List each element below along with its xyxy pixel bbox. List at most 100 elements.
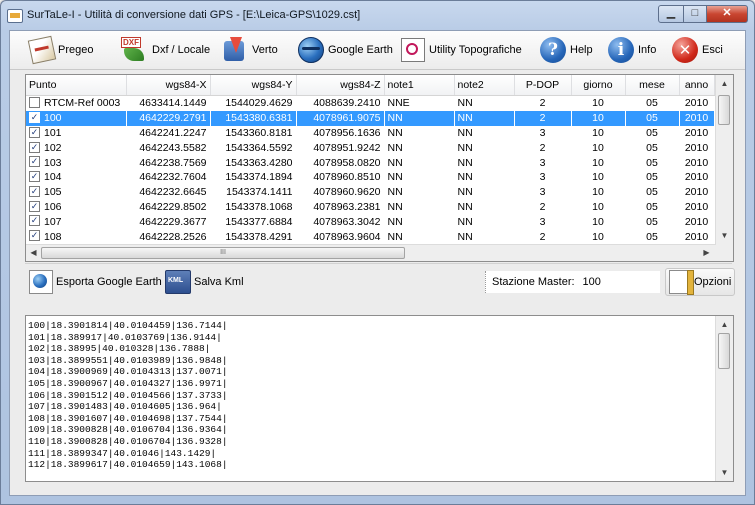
cell-z[interactable]: 4078960.8510 [296, 170, 384, 185]
cell-giorno[interactable]: 10 [571, 170, 625, 185]
cell-pdop[interactable]: 2 [514, 140, 571, 155]
column-header-wgs84-y[interactable]: wgs84-Y [210, 75, 297, 96]
cell-x[interactable]: 4642243.5582 [126, 140, 210, 155]
minimize-button[interactable]: ▁ [658, 5, 684, 23]
cell-anno[interactable]: 2010 [679, 155, 714, 170]
cell-mese[interactable]: 05 [625, 96, 679, 111]
cell-giorno[interactable]: 10 [571, 214, 625, 229]
scroll-left-arrow-icon[interactable]: ◀ [27, 246, 40, 259]
cell-note1[interactable]: NN [384, 110, 454, 126]
cell-z[interactable]: 4078956.1636 [296, 126, 384, 141]
info-button[interactable]: i Info [608, 36, 656, 64]
column-header-anno[interactable]: anno [679, 75, 715, 96]
output-scroll-thumb[interactable] [718, 333, 730, 369]
cell-punto[interactable]: RTCM-Ref 0003 [26, 96, 126, 111]
cell-z[interactable]: 4078958.0820 [296, 155, 384, 170]
column-header-note1[interactable]: note1 [384, 75, 455, 96]
cell-z[interactable]: 4078963.9604 [296, 229, 384, 244]
cell-note2[interactable]: NN [454, 126, 514, 141]
close-window-button[interactable]: ✕ [706, 5, 748, 23]
table-row[interactable]: ✓ 104 4642232.7604 1543374.1894 4078960.8510… [26, 170, 714, 185]
output-scroll-down-arrow-icon[interactable]: ▼ [718, 466, 731, 479]
save-kml-button[interactable]: Salva Kml [165, 269, 244, 295]
cell-anno[interactable]: 2010 [679, 96, 714, 111]
cell-giorno[interactable]: 10 [571, 96, 625, 111]
google-earth-button[interactable]: Google Earth [298, 36, 393, 64]
cell-pdop[interactable]: 2 [514, 200, 571, 215]
utility-topografiche-button[interactable]: Utility Topografiche [401, 36, 522, 64]
cell-pdop[interactable]: 3 [514, 155, 571, 170]
exit-button[interactable]: ✕ Esci [672, 36, 723, 64]
cell-x[interactable]: 4642238.7569 [126, 155, 210, 170]
options-button[interactable]: Opzioni [665, 268, 735, 296]
row-checkbox[interactable]: ✓ [29, 171, 40, 183]
table-row[interactable]: RTCM-Ref 0003 4633414.1449 1544029.4629 408… [26, 96, 714, 111]
cell-y[interactable]: 1543374.1894 [210, 170, 296, 185]
cell-pdop[interactable]: 2 [514, 110, 571, 126]
row-checkbox[interactable] [29, 97, 40, 109]
cell-pdop[interactable]: 2 [514, 96, 571, 111]
table-row[interactable]: ✓ 101 4642241.2247 1543360.8181 4078956.1636… [26, 126, 714, 141]
cell-pdop[interactable]: 3 [514, 170, 571, 185]
cell-note2[interactable]: NN [454, 110, 514, 126]
table-row[interactable]: ✓ 102 4642243.5582 1543364.5592 4078951.9242… [26, 140, 714, 155]
column-header-punto[interactable]: Punto [26, 75, 127, 96]
cell-y[interactable]: 1543377.6884 [210, 214, 296, 229]
cell-x[interactable]: 4642228.2526 [126, 229, 210, 244]
cell-x[interactable]: 4642241.2247 [126, 126, 210, 141]
cell-note1[interactable]: NNE [384, 96, 454, 111]
row-checkbox[interactable]: ✓ [29, 111, 40, 123]
cell-mese[interactable]: 05 [625, 200, 679, 215]
cell-giorno[interactable]: 10 [571, 110, 625, 126]
cell-y[interactable]: 1543374.1411 [210, 185, 296, 200]
cell-z[interactable]: 4088639.2410 [296, 96, 384, 111]
cell-mese[interactable]: 05 [625, 214, 679, 229]
cell-pdop[interactable]: 3 [514, 185, 571, 200]
cell-x[interactable]: 4642232.6645 [126, 185, 210, 200]
output-vertical-scrollbar[interactable]: ▲ ▼ [715, 316, 733, 481]
cell-mese[interactable]: 05 [625, 126, 679, 141]
cell-z[interactable]: 4078960.9620 [296, 185, 384, 200]
cell-y[interactable]: 1544029.4629 [210, 96, 296, 111]
cell-pdop[interactable]: 3 [514, 214, 571, 229]
cell-giorno[interactable]: 10 [571, 155, 625, 170]
help-button[interactable]: ? Help [540, 36, 593, 64]
maximize-button[interactable]: □ [683, 5, 707, 23]
pregeo-button[interactable]: Pregeo [27, 35, 93, 65]
cell-z[interactable]: 4078963.3042 [296, 214, 384, 229]
cell-x[interactable]: 4642229.8502 [126, 200, 210, 215]
cell-mese[interactable]: 05 [625, 185, 679, 200]
grid-horizontal-scrollbar[interactable]: ◀ III ▶ [26, 244, 716, 261]
export-google-earth-button[interactable]: Esporta Google Earth [29, 269, 162, 295]
grid-horizontal-scroll-thumb[interactable]: III [41, 247, 405, 259]
output-textarea[interactable]: 100|18.3901814|40.0104459|136.7144| 101|1… [25, 315, 734, 482]
cell-anno[interactable]: 2010 [679, 200, 714, 215]
cell-anno[interactable]: 2010 [679, 126, 714, 141]
cell-note2[interactable]: NN [454, 96, 514, 111]
cell-x[interactable]: 4633414.1449 [126, 96, 210, 111]
cell-mese[interactable]: 05 [625, 229, 679, 244]
table-row[interactable]: ✓ 103 4642238.7569 1543363.4280 4078958.0820… [26, 155, 714, 170]
cell-z[interactable]: 4078963.2381 [296, 200, 384, 215]
cell-mese[interactable]: 05 [625, 110, 679, 126]
cell-z[interactable]: 4078961.9075 [296, 110, 384, 126]
title-bar[interactable]: SurTaLe-I - Utilità di conversione dati … [1, 1, 754, 29]
cell-note1[interactable]: NN [384, 170, 454, 185]
cell-giorno[interactable]: 10 [571, 229, 625, 244]
cell-punto[interactable]: ✓ 108 [26, 229, 126, 244]
cell-giorno[interactable]: 10 [571, 185, 625, 200]
app-icon[interactable] [7, 9, 23, 23]
cell-pdop[interactable]: 2 [514, 229, 571, 244]
table-row[interactable]: ✓ 100 4642229.2791 1543380.6381 4078961.9075… [26, 110, 714, 126]
verto-button[interactable]: Verto [222, 36, 278, 64]
cell-anno[interactable]: 2010 [679, 110, 714, 126]
cell-note1[interactable]: NN [384, 200, 454, 215]
row-checkbox[interactable]: ✓ [29, 230, 40, 242]
row-checkbox[interactable]: ✓ [29, 215, 40, 227]
cell-anno[interactable]: 2010 [679, 140, 714, 155]
cell-punto[interactable]: ✓ 103 [26, 155, 126, 170]
cell-mese[interactable]: 05 [625, 155, 679, 170]
table-row[interactable]: ✓ 108 4642228.2526 1543378.4291 4078963.9604… [26, 229, 714, 244]
cell-x[interactable]: 4642232.7604 [126, 170, 210, 185]
cell-note2[interactable]: NN [454, 229, 514, 244]
